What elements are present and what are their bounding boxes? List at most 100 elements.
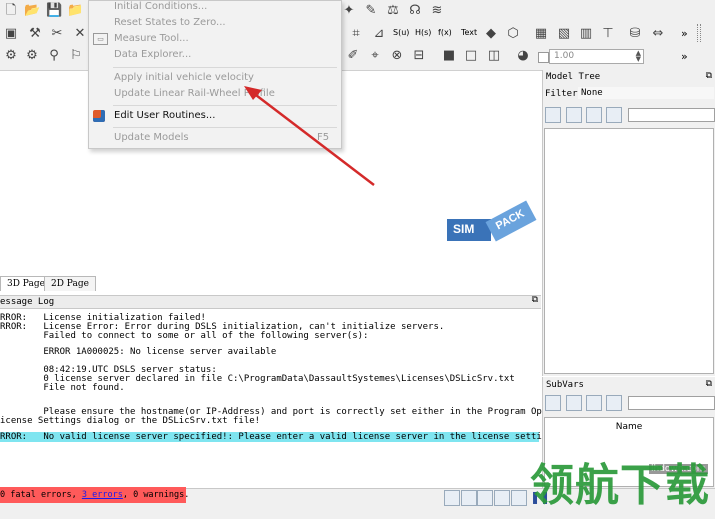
tree-search-input[interactable] [628,108,715,122]
frame-icon[interactable]: ⊟ [411,48,427,64]
watermark-text: 领航下载 [530,460,710,511]
subvars-up-button[interactable] [586,395,602,411]
link-icon[interactable]: ⇔ [650,26,666,42]
filter-value: None [581,88,603,98]
body-icon[interactable]: ✦ [341,3,357,19]
color-icon[interactable]: ◕ [515,48,531,64]
wire-view-icon[interactable]: □ [463,48,479,64]
text-button[interactable]: Text [461,28,477,37]
spring-icon[interactable]: ≋ [429,3,445,19]
menu-item-data-explorer[interactable]: Data Explorer... [114,49,191,60]
tree-up-button[interactable] [586,107,602,123]
toolbar-overflow-chevron-2[interactable]: » [681,50,688,63]
cross-tool-icon[interactable]: ✕ [72,26,88,42]
subvars-search-input[interactable] [628,396,715,410]
tools-icon[interactable]: ⚒ [27,26,43,42]
log-line: File not found. [0,383,125,393]
menu-shortcut-f5: F5 [317,132,330,143]
log-line: Failed to connect to some or all of the … [0,331,369,341]
subvars-down-button[interactable] [606,395,622,411]
hatch-icon[interactable]: ▧ [556,26,572,42]
subvars-header: SubVars ⧉ [543,379,715,392]
tree-collapse-button[interactable] [566,107,582,123]
message-log-title: essage Log [0,297,55,307]
menu-item-reset-states[interactable]: Reset States to Zero... [114,17,226,28]
spin-arrows-icon[interactable]: ▲ ▼ [636,50,641,63]
toolbar-handle[interactable] [697,24,701,42]
menu-separator [113,67,337,68]
fatal-count: 0 fatal errors, [0,490,82,500]
undock-icon[interactable]: ⧉ [706,71,712,81]
zoom-checkbox[interactable] [538,52,549,63]
toolbar-overflow-chevron[interactable]: » [681,27,688,40]
f-function-button[interactable]: f(x) [438,28,452,37]
message-log-body: RROR: License initialization failed! RRO… [0,309,574,487]
gear-icon[interactable]: ⚙ [3,48,19,64]
model-tree-view[interactable] [544,128,714,374]
marker-icon[interactable]: ⚐ [68,48,84,64]
menu-item-initial-conditions[interactable]: Initial Conditions... [114,1,207,12]
sensor-icon[interactable]: ☊ [407,3,423,19]
grid-icon[interactable]: ▦ [533,26,549,42]
wrench-icon[interactable]: ✂ [49,26,65,42]
pencil-icon[interactable]: ✎ [363,3,379,19]
undock-icon[interactable]: ⧉ [532,295,538,305]
simpack-logo: SIM PACK [447,200,537,247]
sketch-icon[interactable]: ⊿ [371,26,387,42]
log-copy-button[interactable] [461,490,477,506]
tree-down-button[interactable] [606,107,622,123]
menu-item-edit-user-routines[interactable]: Edit User Routines... [114,110,215,121]
error-summary: 0 fatal errors, 3 errors, 0 warnings. [0,487,189,503]
save-icon[interactable]: 💾 [46,3,62,19]
zoom-input[interactable]: 1.00 ▲ ▼ [549,49,644,64]
new-file-icon[interactable]: 🗋 [3,3,19,19]
brush-icon[interactable]: ✐ [345,48,361,64]
user-routines-icon [93,110,105,122]
menu-item-update-models[interactable]: Update Models [114,132,189,143]
column-header-name[interactable]: Name [545,422,713,432]
h-function-button[interactable]: H(s) [415,28,431,37]
bucket-icon[interactable]: ⛁ [627,26,643,42]
tee-icon[interactable]: ⊤ [600,26,616,42]
tree-expand-button[interactable] [545,107,561,123]
subvars-expand-button[interactable] [545,395,561,411]
log-export-button[interactable] [511,490,527,506]
graph-icon[interactable]: ⌗ [348,26,364,42]
zoom-value: 1.00 [554,51,575,61]
log-highlight-line: RROR: No valid license server specified!… [0,432,564,442]
mesh-icon[interactable]: ⬡ [505,26,521,42]
model-tree-title: Model Tree [546,72,601,82]
solid-view-icon[interactable]: ■ [441,48,457,64]
s-function-button[interactable]: S(u) [393,28,409,37]
logo-sim-text: SIM [453,222,475,236]
menu-item-apply-vehicle-velocity[interactable]: Apply initial vehicle velocity [114,72,254,83]
menu-separator [113,127,337,128]
errors-link[interactable]: 3 errors [82,490,123,500]
cursor-icon[interactable]: ⊗ [389,48,405,64]
folder-up-icon[interactable]: 📁 [67,3,83,19]
warnings-count: , 0 warnings. [122,490,190,500]
subvars-title: SubVars [546,380,584,390]
menu-separator [113,105,337,106]
open-folder-icon[interactable]: 📂 [24,3,40,19]
undock-icon[interactable]: ⧉ [706,379,712,389]
measure-tool-icon: ▭ [93,33,108,45]
tab-2d-page[interactable]: 2D Page [44,276,96,291]
cube-icon[interactable]: ▣ [3,26,19,42]
log-filter-button[interactable] [444,490,460,506]
log-search-button[interactable] [494,490,510,506]
log-line: ERROR 1A000025: No license server availa… [0,347,277,357]
menu-item-update-rail-wheel-profile[interactable]: Update Linear Rail-Wheel Profile [114,88,275,99]
tools-dropdown-menu: Initial Conditions... Reset States to Ze… [88,0,342,149]
snap-icon[interactable]: ⌖ [367,48,383,64]
box-view-icon[interactable]: ◫ [486,48,502,64]
subvars-collapse-button[interactable] [566,395,582,411]
bars-icon[interactable]: ▥ [578,26,594,42]
log-save-button[interactable] [477,490,493,506]
joint-icon[interactable]: ⚲ [46,48,62,64]
force-icon[interactable]: ⚖ [385,3,401,19]
gear-search-icon[interactable]: ⚙ [24,48,40,64]
shapes-icon[interactable]: ◆ [483,26,499,42]
filter-select[interactable]: None [578,87,714,99]
menu-item-measure-tool[interactable]: Measure Tool... [114,33,189,44]
